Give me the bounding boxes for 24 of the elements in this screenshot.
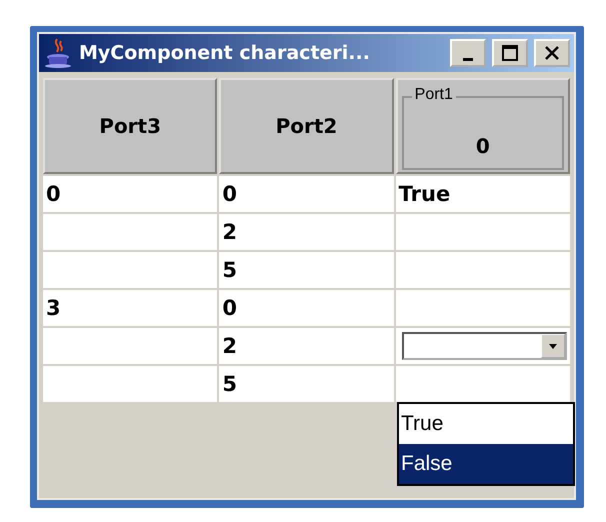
table-cell: 5 <box>219 252 394 288</box>
header-value: 0 <box>476 134 490 158</box>
column-header[interactable]: Port2 <box>219 78 394 174</box>
close-button[interactable] <box>534 39 570 67</box>
table-cell: 0 <box>219 290 394 326</box>
caret-icon <box>548 344 557 348</box>
coffee-cup-icon <box>43 37 73 69</box>
maximize-icon <box>501 44 519 62</box>
table-cell: 2 <box>219 328 394 364</box>
table-cell: 0 <box>219 176 394 212</box>
table-cell: 0 <box>43 176 218 212</box>
maximize-button[interactable] <box>492 39 528 67</box>
table-cell: True <box>396 176 570 212</box>
table-cell: 5 <box>219 366 394 402</box>
dropdown-option[interactable]: False <box>399 444 573 484</box>
column-header[interactable]: Port1 0 <box>396 78 570 174</box>
table-cell: 3 <box>43 290 218 326</box>
minimize-button[interactable] <box>450 39 486 67</box>
minimize-icon <box>463 58 473 60</box>
table-cell: 2 <box>219 214 394 250</box>
window-title: MyComponent characteri... <box>79 42 371 64</box>
dropdown-field[interactable] <box>402 332 567 360</box>
close-icon <box>543 44 561 62</box>
column-header[interactable]: Port3 <box>43 78 218 174</box>
